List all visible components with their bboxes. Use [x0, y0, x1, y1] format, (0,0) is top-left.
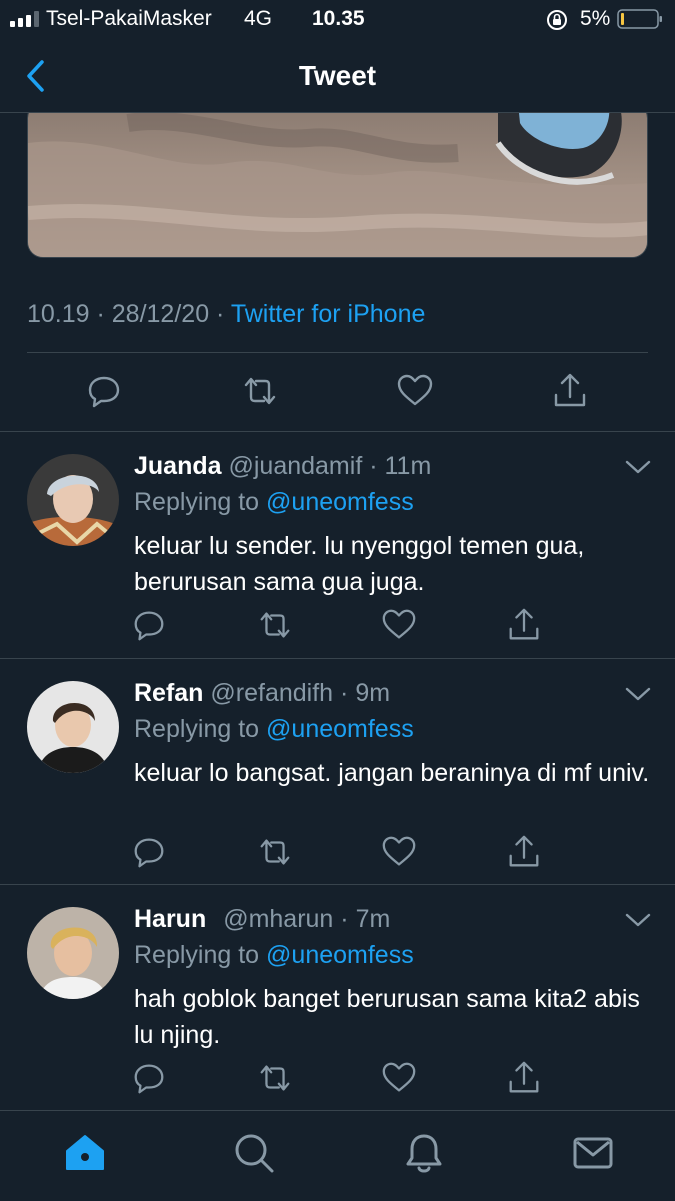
replying-to-mention[interactable]: @uneomfess [266, 941, 414, 969]
battery-percent: 5% [580, 7, 611, 30]
reply-time: · 11m [369, 452, 432, 480]
avatar[interactable] [27, 907, 119, 999]
like-icon[interactable] [380, 833, 418, 871]
reply-author-handle[interactable]: @refandifh [210, 679, 333, 707]
reply-text: hah goblok banget berurusan sama kita2 a… [134, 985, 640, 1049]
search-icon[interactable] [232, 1131, 276, 1175]
clock: 10.35 [312, 7, 365, 30]
reply-author-name[interactable]: Juanda [134, 452, 222, 480]
nav-header: Tweet [0, 42, 675, 113]
retweet-icon[interactable] [256, 606, 294, 644]
signal-icon [10, 11, 39, 27]
like-icon[interactable] [380, 606, 418, 644]
reply-text: keluar lu sender. lu nyenggol temen gua,… [134, 532, 585, 596]
media-photo [28, 103, 647, 257]
reply-icon[interactable] [130, 606, 168, 644]
reply-icon[interactable] [130, 833, 168, 871]
tweet-media-image[interactable] [27, 102, 648, 258]
like-icon[interactable] [395, 371, 435, 411]
retweet-icon[interactable] [256, 1059, 294, 1097]
reply-time: · 7m [340, 905, 391, 933]
share-icon[interactable] [505, 833, 543, 871]
reply-icon[interactable] [130, 1059, 168, 1097]
divider [27, 352, 648, 353]
replying-to-mention[interactable]: @uneomfess [266, 715, 414, 743]
tweet-timestamp: 10.19 · 28/12/20 · [27, 300, 231, 328]
carrier-name: Tsel-PakaiMasker [46, 7, 212, 30]
notifications-icon[interactable] [402, 1131, 446, 1175]
retweet-icon[interactable] [256, 833, 294, 871]
messages-icon[interactable] [571, 1131, 615, 1175]
share-icon[interactable] [505, 606, 543, 644]
reply-icon[interactable] [84, 371, 124, 411]
avatar[interactable] [27, 681, 119, 773]
chevron-down-icon[interactable] [624, 684, 652, 704]
replying-to-label: Replying to [134, 715, 267, 743]
reply-author-handle[interactable]: @mharun [223, 905, 333, 933]
share-icon[interactable] [505, 1059, 543, 1097]
home-icon[interactable] [63, 1131, 107, 1175]
like-icon[interactable] [380, 1059, 418, 1097]
divider [0, 431, 675, 432]
orientation-lock-icon [547, 10, 567, 30]
battery-icon [617, 9, 662, 29]
tweet-meta: 10.19 · 28/12/20 · Twitter for iPhone [27, 300, 425, 329]
replying-to-mention[interactable]: @uneomfess [266, 488, 414, 516]
replying-to-label: Replying to [134, 941, 267, 969]
bottom-tab-bar [0, 1110, 675, 1201]
avatar[interactable] [27, 454, 119, 546]
reply-author-name[interactable]: Refan [134, 679, 203, 707]
reply-time: · 9m [340, 679, 391, 707]
reply-author-handle[interactable]: @juandamif [228, 452, 362, 480]
chevron-down-icon[interactable] [624, 457, 652, 477]
reply-author-name[interactable]: Harun [134, 905, 206, 933]
reply-text: keluar lo bangsat. jangan beraninya di m… [134, 759, 650, 787]
share-icon[interactable] [550, 371, 590, 411]
tweet-source-link[interactable]: Twitter for iPhone [231, 300, 426, 328]
page-title: Tweet [298, 60, 377, 91]
retweet-icon[interactable] [240, 371, 280, 411]
replying-to-label: Replying to [134, 488, 267, 516]
divider [0, 884, 675, 885]
divider [0, 658, 675, 659]
network-type: 4G [244, 7, 273, 30]
status-bar: Tsel-PakaiMasker 4G 10.35 5% [0, 0, 675, 40]
chevron-down-icon[interactable] [624, 910, 652, 930]
